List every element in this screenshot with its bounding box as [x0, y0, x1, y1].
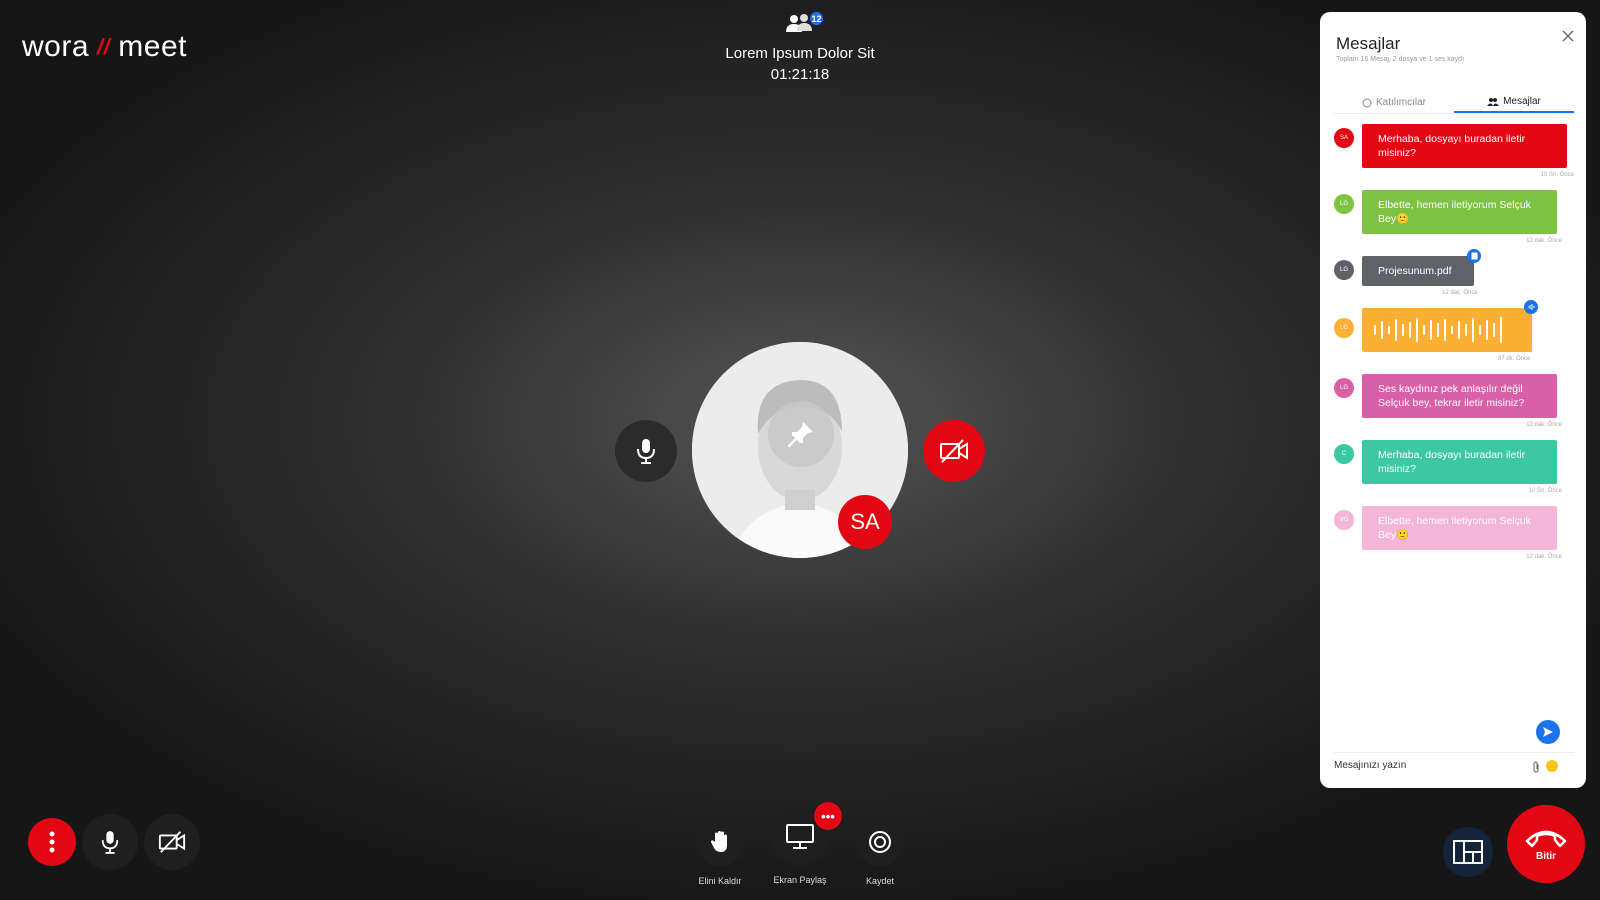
input-divider	[1334, 752, 1574, 753]
tab-participants[interactable]: Katılımcılar	[1334, 92, 1454, 113]
message-item: C Merhaba, dosyayı buradan iletir misini…	[1334, 440, 1574, 494]
record-control: Kaydet	[850, 818, 910, 886]
speaker-mic-button[interactable]	[615, 420, 677, 482]
monitor-icon	[786, 824, 814, 849]
microphone-icon	[101, 831, 119, 854]
message-list: SA Merhaba, dosyayı buradan iletir misin…	[1334, 124, 1574, 572]
message-avatar: LG	[1334, 260, 1354, 280]
file-badge	[1467, 249, 1481, 263]
vertical-dots-icon	[49, 831, 55, 853]
chat-close-button[interactable]	[1558, 26, 1578, 46]
message-avatar: LG	[1334, 318, 1354, 338]
participants-count-badge: 12	[808, 10, 825, 27]
message-bubble: Elbette, hemen iletiyorum Selçuk Bey🙂	[1362, 190, 1557, 234]
message-bubble: Ses kaydınız pek anlaşılır değil Selçuk …	[1362, 374, 1557, 418]
audio-badge	[1524, 300, 1538, 314]
camera-off-icon	[158, 831, 186, 853]
message-bubble: Merhaba, dosyayı buradan iletir misiniz?	[1362, 440, 1557, 484]
raise-hand-label: Elini Kaldır	[698, 876, 742, 886]
audio-message[interactable]	[1362, 308, 1532, 352]
message-time: 12 dak. Önce	[1526, 238, 1562, 244]
chat-bubble-icon	[1362, 98, 1372, 107]
screen-share-more-button[interactable]: •••	[814, 802, 842, 830]
hand-icon	[711, 831, 727, 852]
hang-up-icon	[1525, 830, 1567, 847]
speaker-camera-button[interactable]	[923, 420, 985, 482]
message-avatar: LG	[1334, 194, 1354, 214]
message-time: 12 dak. Önce	[1526, 422, 1562, 428]
people-icon	[1487, 97, 1500, 106]
message-avatar: C	[1334, 444, 1354, 464]
record-label: Kaydet	[865, 876, 895, 886]
layout-grid-icon	[1453, 840, 1483, 864]
message-time: 12 dak. Önce	[1442, 290, 1478, 296]
more-options-button[interactable]	[28, 818, 76, 866]
microphone-icon	[637, 439, 655, 464]
close-icon	[1562, 30, 1574, 42]
message-input[interactable]	[1334, 760, 1524, 771]
pin-icon	[787, 422, 813, 448]
message-item: SA Merhaba, dosyayı buradan iletir misin…	[1334, 124, 1574, 178]
end-call-label: Bitir	[1536, 850, 1556, 862]
chat-summary: Toplam 16 Mesaj, 2 dosya ve 1 ses kaydı	[1336, 56, 1465, 63]
message-bubble: Elbette, hemen iletiyorum Selçuk Bey🙂	[1362, 506, 1557, 550]
record-button[interactable]	[856, 818, 904, 866]
tab-messages[interactable]: Mesajlar	[1454, 92, 1574, 113]
message-time: 37 dk. Önce	[1498, 356, 1531, 362]
speaker-initials-badge: SA	[838, 495, 892, 549]
layout-button[interactable]	[1443, 827, 1493, 877]
screen-share-label: Ekran Paylaş	[773, 875, 827, 885]
message-item: LG 37 dk. Önce	[1334, 300, 1574, 362]
emoji-button[interactable]	[1546, 760, 1558, 772]
document-icon	[1471, 252, 1477, 260]
message-item: LG Elbette, hemen iletiyorum Selçuk Bey🙂…	[1334, 190, 1574, 244]
message-time: 10 Sn. Önce	[1528, 488, 1562, 494]
paperclip-icon	[1533, 761, 1539, 773]
message-time: 10 Sn. Önce	[1540, 172, 1574, 178]
file-attachment[interactable]: Projesunum.pdf	[1362, 256, 1474, 286]
message-avatar: SA	[1334, 128, 1354, 148]
camera-toggle-button[interactable]	[144, 814, 200, 870]
send-message-button[interactable]	[1536, 720, 1560, 744]
sound-wave-icon	[1528, 304, 1535, 310]
microphone-toggle-button[interactable]	[82, 814, 138, 870]
message-bubble: Merhaba, dosyayı buradan iletir misiniz?	[1362, 124, 1567, 168]
message-item: LG Ses kaydınız pek anlaşılır değil Selç…	[1334, 374, 1574, 428]
tab-messages-label: Mesajlar	[1503, 96, 1541, 107]
message-time: 12 dak. Önce	[1526, 554, 1562, 560]
end-call-button[interactable]: Bitir	[1507, 805, 1585, 883]
message-item: LG Projesunum.pdf 12 dak. Önce	[1334, 249, 1574, 296]
pin-button[interactable]	[768, 401, 834, 467]
attach-button[interactable]	[1532, 760, 1540, 778]
message-item: VG Elbette, hemen iletiyorum Selçuk Bey🙂…	[1334, 506, 1574, 560]
chat-tabs: Katılımcılar Mesajlar	[1334, 92, 1574, 114]
audio-waveform	[1374, 316, 1520, 344]
camera-off-icon	[940, 439, 968, 463]
tab-participants-label: Katılımcılar	[1375, 97, 1426, 108]
raise-hand-control: Elini Kaldır	[690, 818, 750, 886]
message-avatar: LG	[1334, 378, 1354, 398]
message-avatar: VG	[1334, 510, 1354, 530]
record-icon	[869, 831, 891, 853]
chat-panel: Mesajlar Toplam 16 Mesaj, 2 dosya ve 1 s…	[1320, 12, 1586, 788]
raise-hand-button[interactable]	[696, 818, 744, 866]
send-icon	[1543, 727, 1553, 737]
participants-button[interactable]: 12	[783, 10, 825, 38]
chat-title: Mesajlar	[1336, 34, 1401, 53]
